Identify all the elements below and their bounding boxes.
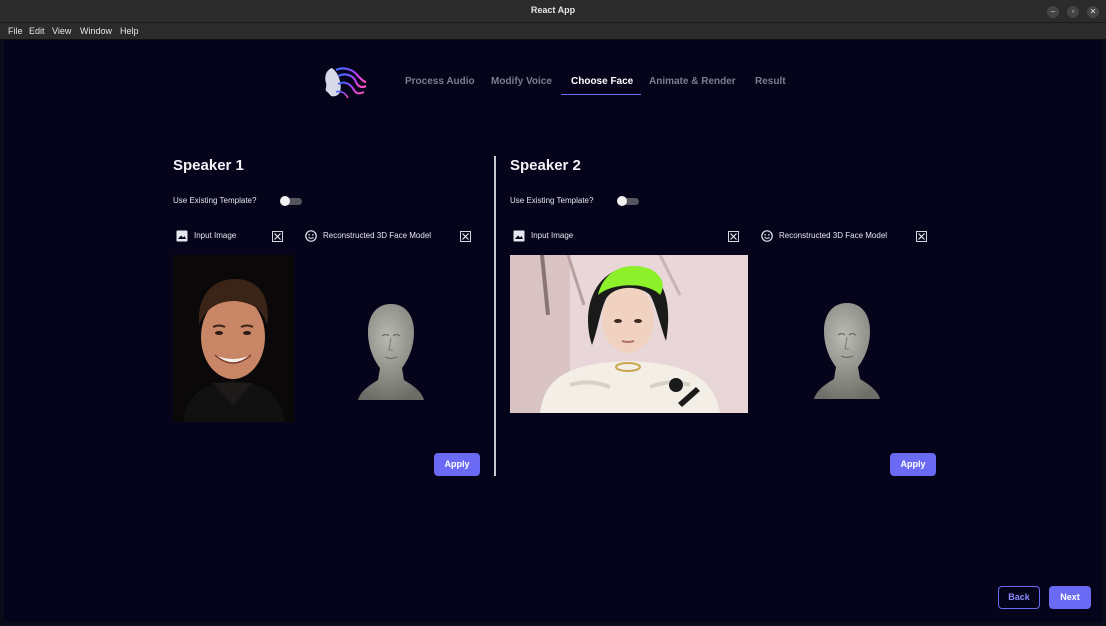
speaker-1-apply-button[interactable]: Apply bbox=[434, 453, 480, 476]
speaker-2-input-image bbox=[510, 255, 748, 413]
speaker-2-input-header: Input Image bbox=[513, 229, 633, 243]
menu-window[interactable]: Window bbox=[80, 26, 112, 36]
tab-animate-render[interactable]: Animate & Render bbox=[649, 76, 736, 87]
smile-icon bbox=[761, 230, 773, 242]
window-titlebar: React App – ▫ ✕ bbox=[0, 0, 1106, 23]
app-root: Process Audio Modify Voice Choose Face A… bbox=[4, 40, 1102, 622]
menu-view[interactable]: View bbox=[52, 26, 71, 36]
speaker-1-3d-face-model bbox=[358, 304, 424, 400]
smile-icon bbox=[305, 230, 317, 242]
speaker-2-3d-face-model bbox=[814, 303, 880, 399]
speaker-2-model-label: Reconstructed 3D Face Model bbox=[779, 231, 888, 240]
speaker-1-template-label: Use Existing Template? bbox=[173, 196, 257, 205]
tab-result[interactable]: Result bbox=[755, 76, 786, 87]
tab-process-audio[interactable]: Process Audio bbox=[405, 76, 475, 87]
next-button[interactable]: Next bbox=[1049, 586, 1091, 609]
speaker-1-template-toggle[interactable] bbox=[280, 196, 302, 206]
speaker-2-model-header: Reconstructed 3D Face Model bbox=[761, 229, 921, 243]
menu-bar: File Edit View Window Help bbox=[0, 23, 1106, 40]
tab-choose-face[interactable]: Choose Face bbox=[571, 76, 633, 87]
tab-modify-voice[interactable]: Modify Voice bbox=[491, 76, 552, 87]
menu-help[interactable]: Help bbox=[120, 26, 139, 36]
image-icon bbox=[513, 230, 525, 242]
window-title: React App bbox=[530, 5, 576, 15]
speaker-2-apply-button[interactable]: Apply bbox=[890, 453, 936, 476]
app-logo bbox=[325, 67, 367, 99]
back-button[interactable]: Back bbox=[998, 586, 1040, 609]
image-icon bbox=[176, 230, 188, 242]
maximize-icon[interactable]: ▫ bbox=[1067, 6, 1079, 18]
active-tab-indicator bbox=[561, 94, 641, 95]
menu-edit[interactable]: Edit bbox=[29, 26, 45, 36]
speaker-2-input-label: Input Image bbox=[531, 231, 574, 240]
speaker-divider bbox=[494, 156, 496, 476]
menu-file[interactable]: File bbox=[8, 26, 23, 36]
speaker-2-title: Speaker 2 bbox=[510, 157, 581, 174]
speaker-1-model-clear-icon[interactable] bbox=[460, 231, 471, 242]
minimize-icon[interactable]: – bbox=[1047, 6, 1059, 18]
speaker-1-model-label: Reconstructed 3D Face Model bbox=[323, 231, 432, 240]
speaker-1-input-clear-icon[interactable] bbox=[272, 231, 283, 242]
speaker-1-title: Speaker 1 bbox=[173, 157, 244, 174]
close-icon[interactable]: ✕ bbox=[1087, 6, 1099, 18]
speaker-2-model-clear-icon[interactable] bbox=[916, 231, 927, 242]
speaker-2-input-clear-icon[interactable] bbox=[728, 231, 739, 242]
speaker-1-input-image bbox=[173, 255, 294, 422]
speaker-1-input-label: Input Image bbox=[194, 231, 237, 240]
speaker-2-template-label: Use Existing Template? bbox=[510, 196, 594, 205]
speaker-1-model-header: Reconstructed 3D Face Model bbox=[305, 229, 465, 243]
speaker-2-template-toggle[interactable] bbox=[617, 196, 639, 206]
